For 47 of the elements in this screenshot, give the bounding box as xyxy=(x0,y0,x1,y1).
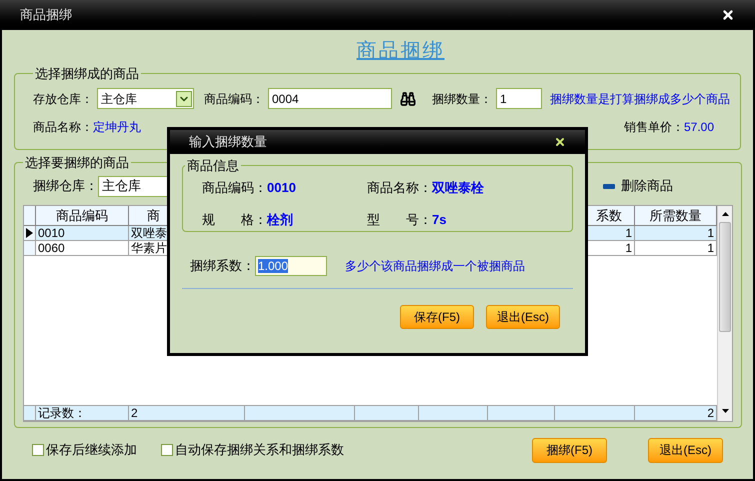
quantity-input[interactable]: 1 xyxy=(496,88,542,109)
product-name: 定坤丹丸 xyxy=(93,118,141,136)
scroll-thumb[interactable] xyxy=(719,222,731,332)
scroll-up-icon[interactable] xyxy=(722,212,728,216)
field-label: 商品编码： xyxy=(204,90,264,108)
spec-value: 栓剂 xyxy=(267,211,293,229)
field-label: 捆绑数量： xyxy=(432,90,492,108)
close-icon[interactable] xyxy=(554,136,566,148)
window-title: 商品捆绑 xyxy=(20,6,72,24)
option-checkbox[interactable]: 自动保存捆绑关系和捆绑系数 xyxy=(161,440,344,460)
exit-button[interactable]: 退出(Esc) xyxy=(486,305,560,329)
field-label: 捆绑系数： xyxy=(190,257,255,276)
field-label: 商品名称： xyxy=(33,118,93,136)
model-value: 7s xyxy=(432,211,446,229)
factor-input[interactable]: 1.000 xyxy=(255,256,327,276)
scrollbar[interactable] xyxy=(717,206,732,420)
code-value: 0010 xyxy=(267,178,296,196)
page-heading: 商品捆绑 xyxy=(356,39,444,64)
group-title: 选择捆绑成的商品 xyxy=(34,65,140,83)
dialog-title: 输入捆绑数量 xyxy=(189,133,267,152)
code-input[interactable]: 0004 xyxy=(268,88,392,109)
group-title: 商品信息 xyxy=(186,157,240,175)
scroll-down-icon[interactable] xyxy=(722,408,728,412)
price-value: 57.00 xyxy=(684,118,714,136)
binoculars-icon[interactable] xyxy=(400,90,416,106)
record-count-label: 记录数： xyxy=(36,406,129,420)
field-label: 商品名称： xyxy=(367,178,432,196)
hint-text: 多少个该商品捆绑成一个被捆商品 xyxy=(345,258,525,275)
field-label: 销售单价： xyxy=(624,118,684,136)
bundle-button[interactable]: 捆绑(F5) xyxy=(532,438,607,462)
save-button[interactable]: 保存(F5) xyxy=(400,305,474,329)
exit-button[interactable]: 退出(Esc) xyxy=(648,438,723,462)
minus-icon xyxy=(603,184,615,188)
option-checkbox[interactable]: 保存后继续添加 xyxy=(32,440,137,460)
field-label: 商品编码： xyxy=(202,178,267,196)
row-pointer-icon xyxy=(26,228,33,238)
field-label: 捆绑仓库： xyxy=(33,177,98,196)
hint-text: 捆绑数量是打算捆绑成多少个商品 xyxy=(550,90,730,108)
close-icon[interactable] xyxy=(721,8,735,22)
group-title: 选择要捆绑的商品 xyxy=(24,154,130,172)
field-label: 型 号： xyxy=(367,211,432,229)
record-count: 2 xyxy=(129,406,245,420)
delete-button[interactable]: 删除商品 xyxy=(603,176,673,196)
name-value: 双唑泰栓 xyxy=(432,178,484,196)
field-label: 存放仓库： xyxy=(33,90,93,108)
warehouse-dropdown[interactable]: 主仓库 xyxy=(97,88,194,109)
table-cell: 0060 xyxy=(36,240,129,256)
